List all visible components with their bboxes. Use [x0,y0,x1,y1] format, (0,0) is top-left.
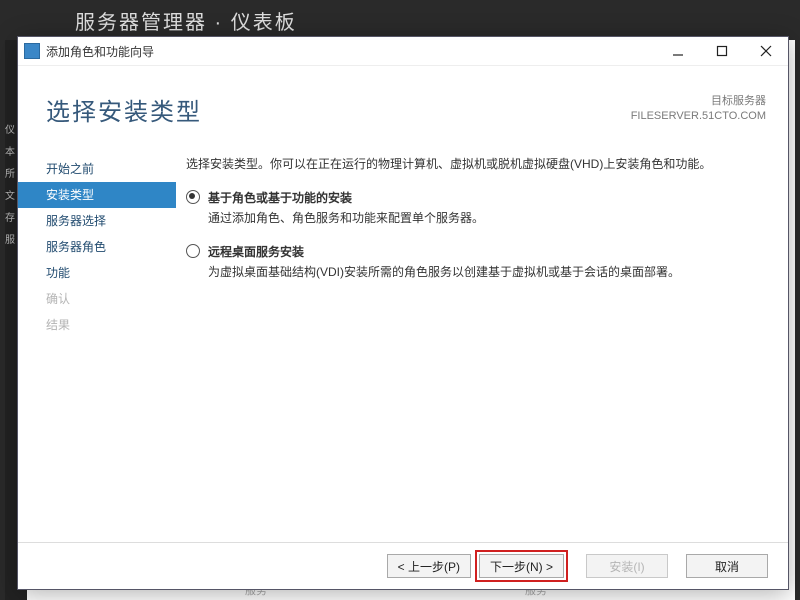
target-label: 目标服务器 [631,94,766,109]
prev-button[interactable]: < 上一步(P) [387,554,471,578]
option-rds[interactable]: 远程桌面服务安装 为虚拟桌面基础结构(VDI)安装所需的角色服务以创建基于虚拟机… [186,242,758,282]
target-block: 目标服务器 FILESERVER.51CTO.COM [631,94,766,124]
page-title: 选择安装类型 [46,92,202,127]
install-button: 安装(I) [586,554,668,578]
body: 开始之前 安装类型 服务器选择 服务器角色 功能 确认 结果 选择安装类型。你可… [18,152,788,542]
maximize-button[interactable] [700,37,744,65]
option-role-based[interactable]: 基于角色或基于功能的安装 通过添加角色、角色服务和功能来配置单个服务器。 [186,188,758,228]
window-controls [656,37,788,65]
close-button[interactable] [744,37,788,65]
window-title: 添加角色和功能向导 [46,43,656,60]
footer: < 上一步(P) 下一步(N) > 安装(I) 取消 [18,542,788,589]
nav-results: 结果 [18,312,176,338]
nav-confirmation: 确认 [18,286,176,312]
option-role-based-desc: 通过添加角色、角色服务和功能来配置单个服务器。 [208,208,484,228]
nav-server-selection[interactable]: 服务器选择 [18,208,176,234]
next-button[interactable]: 下一步(N) > [479,554,564,578]
content: 选择安装类型。你可以在正在运行的物理计算机、虚拟机或脱机虚拟硬盘(VHD)上安装… [176,152,788,542]
radio-role-based[interactable] [186,190,200,204]
option-role-based-title: 基于角色或基于功能的安装 [208,188,484,208]
nav-before-you-begin[interactable]: 开始之前 [18,156,176,182]
option-rds-desc: 为虚拟桌面基础结构(VDI)安装所需的角色服务以创建基于虚拟机或基于会话的桌面部… [208,262,680,282]
nav-server-roles[interactable]: 服务器角色 [18,234,176,260]
titlebar: 添加角色和功能向导 [18,37,788,66]
add-roles-wizard: 添加角色和功能向导 选择安装类型 目标服务器 FILESERVER.51CTO.… [17,36,789,590]
nav-features[interactable]: 功能 [18,260,176,286]
target-value: FILESERVER.51CTO.COM [631,109,766,124]
next-button-highlight: 下一步(N) > [475,550,568,582]
minimize-button[interactable] [656,37,700,65]
bg-app-title: 服务器管理器 · 仪表板 [75,6,297,35]
radio-rds[interactable] [186,244,200,258]
nav-installation-type[interactable]: 安装类型 [18,182,176,208]
wizard-nav: 开始之前 安装类型 服务器选择 服务器角色 功能 确认 结果 [18,152,176,542]
intro-text: 选择安装类型。你可以在正在运行的物理计算机、虚拟机或脱机虚拟硬盘(VHD)上安装… [186,154,758,174]
wizard-icon [24,43,40,59]
cancel-button[interactable]: 取消 [686,554,768,578]
header: 选择安装类型 目标服务器 FILESERVER.51CTO.COM [18,66,788,152]
option-rds-title: 远程桌面服务安装 [208,242,680,262]
